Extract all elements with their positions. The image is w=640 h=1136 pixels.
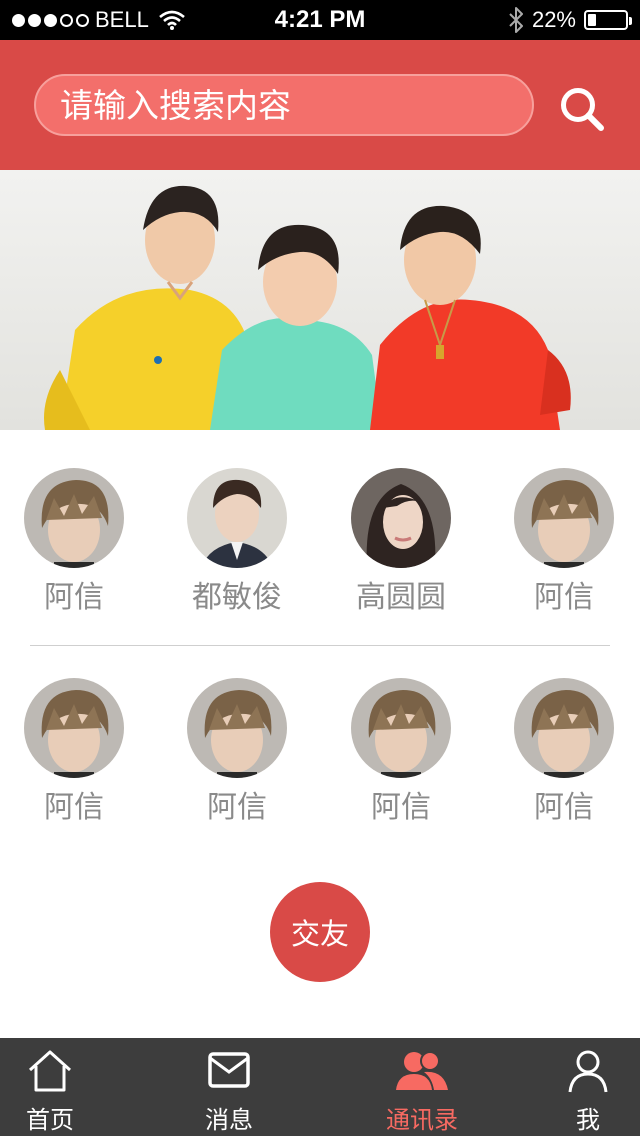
contact-name: 高圆圆: [356, 580, 446, 615]
status-right: 22%: [508, 0, 632, 40]
avatar: [351, 678, 451, 778]
battery-level: [588, 14, 596, 26]
banner-image[interactable]: [0, 170, 640, 430]
status-bar: BELL 4:21 PM 22%: [0, 0, 640, 40]
contact-name: 阿信: [207, 790, 267, 825]
battery-icon: [584, 10, 632, 30]
divider: [30, 645, 610, 646]
make-friends-button[interactable]: 交友: [270, 882, 370, 982]
search-icon[interactable]: [556, 84, 608, 136]
contact-name: 阿信: [534, 790, 594, 825]
signal-strength-icon: [12, 13, 89, 27]
tab-label: 消息: [205, 1106, 253, 1134]
battery-percent: 22%: [531, 7, 576, 32]
contact-item[interactable]: 阿信: [504, 468, 624, 628]
status-left: BELL: [12, 0, 185, 40]
tab-contacts[interactable]: 通讯录: [362, 1038, 482, 1136]
home-icon: [28, 1050, 72, 1092]
tab-label: 通讯录: [386, 1106, 458, 1134]
search-input[interactable]: [36, 76, 532, 134]
tab-bar: 首页 消息 通讯录 我: [0, 1038, 640, 1136]
contact-item[interactable]: 阿信: [177, 678, 297, 838]
contact-item[interactable]: 阿信: [14, 678, 134, 838]
tab-me[interactable]: 我: [528, 1038, 640, 1136]
tab-label: 我: [576, 1106, 600, 1134]
contacts-row-1: 阿信 都敏俊 高圆圆 阿信: [0, 468, 640, 628]
avatar: [24, 678, 124, 778]
user-icon: [568, 1050, 608, 1093]
avatar: [187, 468, 287, 568]
search-box[interactable]: [34, 74, 534, 136]
avatar: [514, 468, 614, 568]
avatar: [351, 468, 451, 568]
contact-name: 阿信: [44, 580, 104, 615]
avatar: [187, 678, 287, 778]
tab-home[interactable]: 首页: [0, 1038, 110, 1136]
tab-label: 首页: [26, 1106, 74, 1134]
carrier-name: BELL: [95, 7, 149, 32]
mail-icon: [208, 1052, 250, 1088]
avatar: [514, 678, 614, 778]
contact-item[interactable]: 高圆圆: [341, 468, 461, 628]
contact-name: 都敏俊: [192, 580, 282, 615]
group-photo: [0, 170, 640, 430]
avatar: [24, 468, 124, 568]
contact-name: 阿信: [44, 790, 104, 825]
contact-item[interactable]: 阿信: [341, 678, 461, 838]
contacts-row-2: 阿信 阿信 阿信 阿信: [0, 678, 640, 838]
tab-messages[interactable]: 消息: [169, 1038, 289, 1136]
header: [0, 40, 640, 170]
contact-item[interactable]: 阿信: [504, 678, 624, 838]
contacts-icon: [396, 1051, 448, 1090]
contact-item[interactable]: 阿信: [14, 468, 134, 628]
contact-name: 阿信: [534, 580, 594, 615]
bluetooth-icon: [509, 7, 523, 33]
contact-name: 阿信: [371, 790, 431, 825]
contact-item[interactable]: 都敏俊: [177, 468, 297, 628]
wifi-icon: [158, 10, 185, 30]
